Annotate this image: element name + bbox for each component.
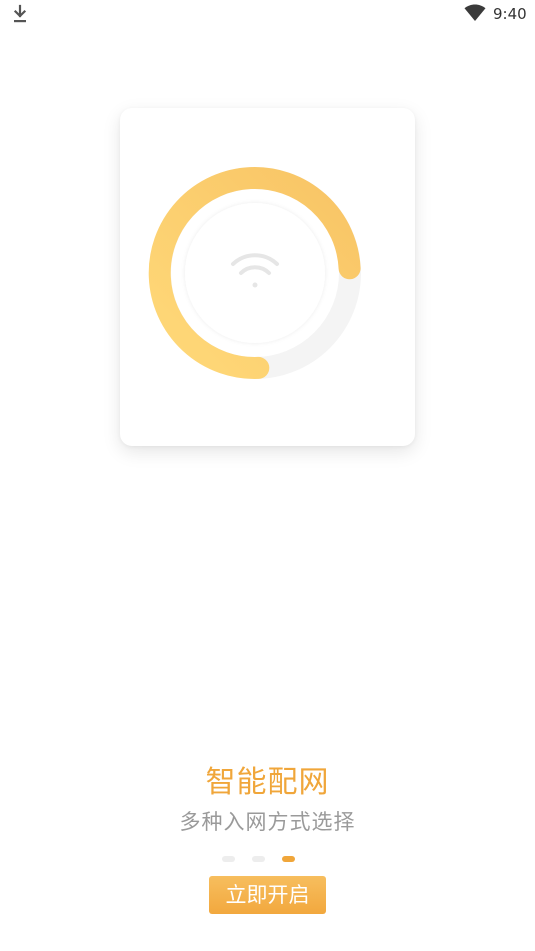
ring-inner-disc (185, 203, 325, 343)
status-time: 9:40 (493, 5, 527, 23)
feature-subtitle: 多种入网方式选择 (179, 810, 356, 834)
page-indicator-dot-1[interactable] (222, 856, 235, 862)
download-icon (13, 4, 27, 23)
page-indicator-dot-2[interactable] (252, 856, 265, 862)
progress-ring (148, 166, 361, 379)
start-button[interactable]: 立即开启 (209, 876, 326, 914)
feature-title: 智能配网 (205, 765, 330, 800)
illustration-card (120, 108, 415, 446)
page-indicator-dot-3[interactable] (282, 856, 295, 862)
wifi-icon (464, 4, 486, 21)
page-indicator (222, 856, 302, 862)
status-bar: 9:40 (0, 0, 535, 30)
